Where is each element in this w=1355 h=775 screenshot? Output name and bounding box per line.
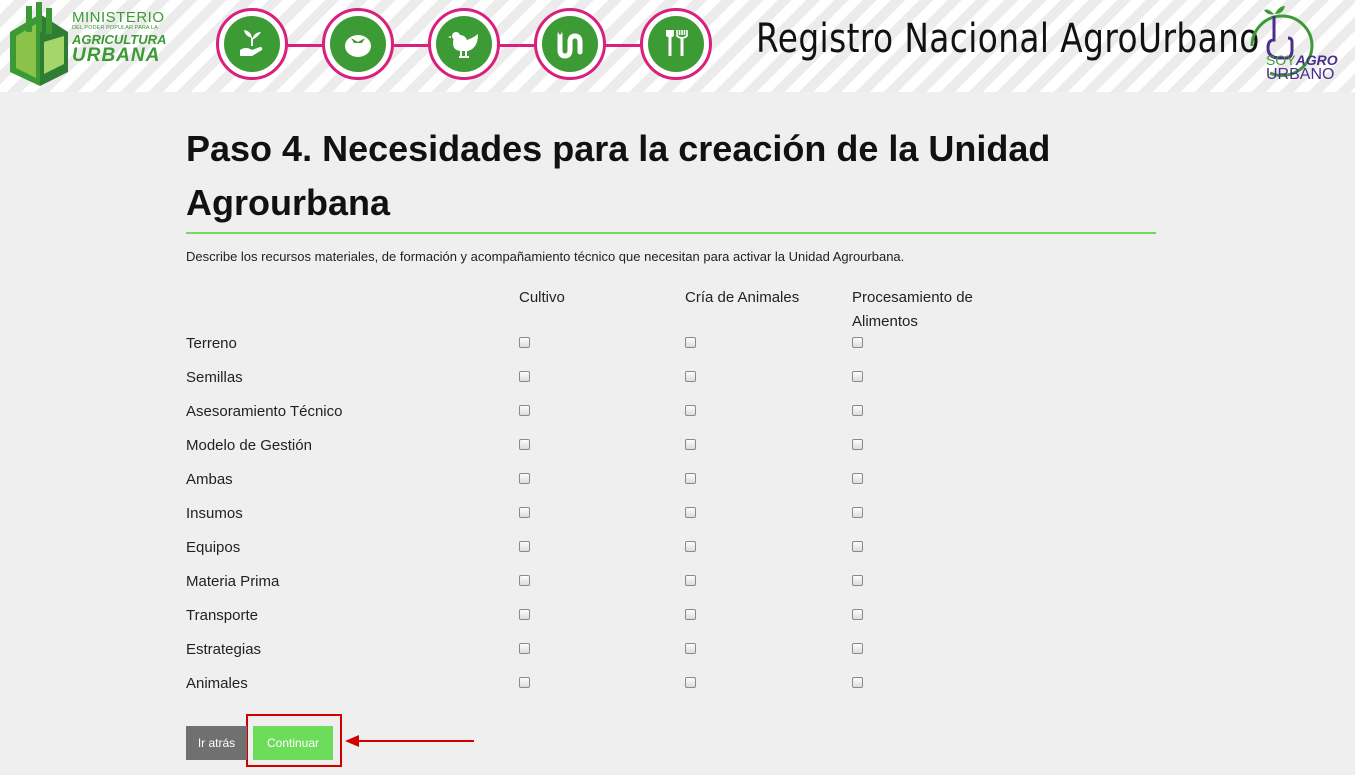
row-label: Transporte [186,607,258,624]
ministry-line3: AGRICULTURA [72,31,167,47]
checkbox-row6-col2[interactable] [685,507,696,518]
row-label: Asesoramiento Técnico [186,403,343,420]
checkbox-row10-col3[interactable] [852,643,863,654]
column-header-3: Procesamiento de Alimentos [852,289,973,330]
row-label: Terreno [186,335,237,352]
checkbox-row5-col2[interactable] [685,473,696,484]
checkbox-row5-col3[interactable] [852,473,863,484]
checkbox-row2-col3[interactable] [852,371,863,382]
checkbox-row3-col3[interactable] [852,405,863,416]
checkbox-row11-col1[interactable] [519,677,530,688]
annotation-arrow-icon [345,735,474,747]
site-header: MINISTERIO DEL PODER POPULAR PARA LA AGR… [0,0,1355,92]
soy-agro-urbano-text: SOYAGRO URBANO [1266,53,1338,84]
row-label: Estrategias [186,641,262,658]
worm-icon [557,31,583,59]
checkbox-row9-col2[interactable] [685,609,696,620]
checkbox-row11-col3[interactable] [852,677,863,688]
checkbox-row8-col3[interactable] [852,575,863,586]
tomato-icon [345,35,371,57]
site-title: Registro Nacional AgroUrbano [756,16,1260,62]
checkbox-row7-col2[interactable] [685,541,696,552]
step-1 [216,8,288,80]
checkbox-row1-col2[interactable] [685,337,696,348]
checkbox-row5-col1[interactable] [519,473,530,484]
continue-button[interactable]: Continuar [253,726,333,760]
row-label: Materia Prima [186,573,280,590]
checkbox-row11-col2[interactable] [685,677,696,688]
ministry-line2: DEL PODER POPULAR PARA LA [72,25,158,31]
checkbox-row8-col1[interactable] [519,575,530,586]
step-2 [322,8,394,80]
checkbox-row4-col3[interactable] [852,439,863,450]
tools-icon [666,30,688,56]
row-label: Ambas [186,471,233,488]
row-label: Equipos [186,539,241,556]
checkbox-row4-col1[interactable] [519,439,530,450]
checkbox-row1-col1[interactable] [519,337,530,348]
step-4 [534,8,606,80]
row-label: Semillas [186,369,243,386]
row-label: Insumos [186,505,243,522]
progress-steps [216,8,716,82]
title-divider [186,232,1156,234]
checkbox-row4-col2[interactable] [685,439,696,450]
checkbox-row2-col1[interactable] [519,371,530,382]
checkbox-row1-col3[interactable] [852,337,863,348]
back-button[interactable]: Ir atrás [186,726,247,760]
checkbox-row6-col3[interactable] [852,507,863,518]
urbano-label: URBANO [1266,66,1335,84]
hand-plant-icon [240,30,263,56]
checkbox-row2-col2[interactable] [685,371,696,382]
checkbox-row8-col2[interactable] [685,575,696,586]
ministry-line1: MINISTERIO [72,9,165,26]
checkbox-row3-col1[interactable] [519,405,530,416]
checkbox-row9-col3[interactable] [852,609,863,620]
row-label: Modelo de Gestión [186,437,312,454]
checkbox-row9-col1[interactable] [519,609,530,620]
page-title: Paso 4. Necesidades para la creación de … [186,128,1051,223]
step-description: Describe los recursos materiales, de for… [186,249,905,264]
step-3 [428,8,500,80]
checkbox-row6-col1[interactable] [519,507,530,518]
chicken-icon [448,32,478,58]
step-5 [640,8,712,80]
row-label: Animales [186,675,248,692]
checkbox-row7-col1[interactable] [519,541,530,552]
checkbox-row10-col1[interactable] [519,643,530,654]
checkbox-row7-col3[interactable] [852,541,863,552]
ministry-line4: URBANA [72,44,161,66]
ministry-name: MINISTERIO DEL PODER POPULAR PARA LA AGR… [72,9,167,66]
column-header-1: Cultivo [519,289,565,306]
checkbox-row3-col2[interactable] [685,405,696,416]
checkbox-row10-col2[interactable] [685,643,696,654]
column-header-2: Cría de Animales [685,289,800,306]
